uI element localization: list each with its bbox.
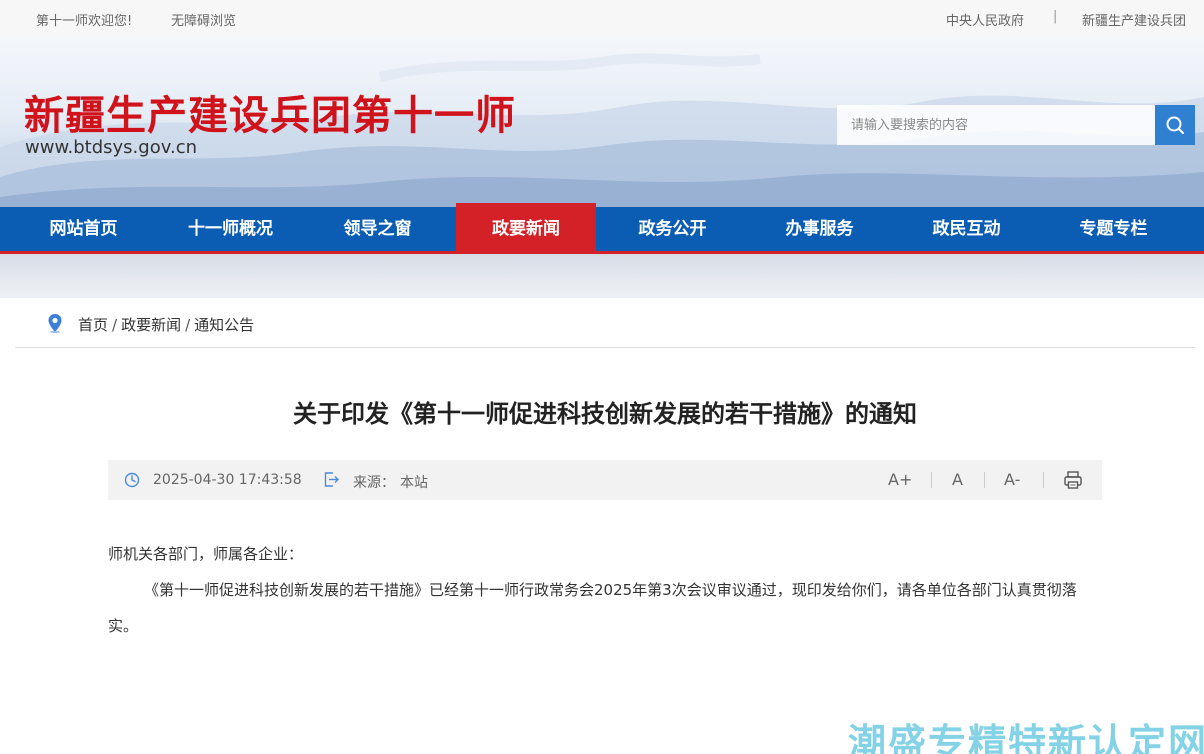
breadcrumb-home[interactable]: 首页 (78, 316, 108, 334)
nav-item-interaction[interactable]: 政民互动 (893, 207, 1040, 251)
breadcrumb-separator: / (185, 316, 191, 334)
main-nav: 网站首页 十一师概况 领导之窗 政要新闻 政务公开 办事服务 政民互动 专题专栏 (0, 203, 1204, 254)
accessibility-link[interactable]: 无障碍浏览 (171, 10, 236, 29)
nav-item-home[interactable]: 网站首页 (10, 207, 157, 251)
corps-link[interactable]: 新疆生产建设兵团 (1082, 10, 1186, 29)
top-bar: 第十一师欢迎您! 无障碍浏览 中央人民政府 | 新疆生产建设兵团 (0, 0, 1204, 37)
source-label: 来源： (353, 475, 395, 491)
article-body: 师机关各部门，师属各企业： 《第十一师促进科技创新发展的若干措施》已经第十一师行… (108, 536, 1104, 644)
breadcrumb-news[interactable]: 政要新闻 (121, 316, 181, 334)
breadcrumb-separator: / (112, 316, 118, 334)
nav-item-leaders[interactable]: 领导之窗 (304, 207, 451, 251)
breadcrumb-notices[interactable]: 通知公告 (194, 316, 254, 334)
header-banner: 新疆生产建设兵团第十一师 www.btdsys.gov.cn (0, 37, 1204, 207)
central-gov-link[interactable]: 中央人民政府 (946, 10, 1024, 29)
nav-item-topics[interactable]: 专题专栏 (1040, 207, 1187, 251)
article-info-bar: 2025-04-30 17:43:58 来源： 本站 A+ A A- (108, 460, 1102, 500)
search-input[interactable] (837, 105, 1155, 145)
font-size-increase-button[interactable]: A+ (888, 470, 912, 489)
search-icon (1166, 116, 1184, 134)
nav-item-gov-affairs[interactable]: 政务公开 (599, 207, 746, 251)
site-title: 新疆生产建设兵团第十一师 (24, 92, 516, 139)
content-area: 首页 / 政要新闻 / 通知公告 关于印发《第十一师促进科技创新发展的若干措施》的通知 … (15, 298, 1195, 754)
divider (931, 472, 932, 488)
divider (1043, 472, 1044, 488)
clock-icon (124, 472, 140, 488)
search-button[interactable] (1155, 105, 1195, 145)
source-icon (324, 472, 339, 487)
welcome-text: 第十一师欢迎您! (36, 14, 133, 29)
nav-item-news[interactable]: 政要新闻 (456, 203, 596, 251)
breadcrumb: 首页 / 政要新闻 / 通知公告 (15, 298, 1195, 348)
print-icon[interactable] (1063, 470, 1083, 490)
divider (984, 472, 985, 488)
breadcrumb-trail: 首页 / 政要新闻 / 通知公告 (78, 314, 254, 335)
source-value: 本站 (400, 475, 428, 491)
topbar-separator: | (1053, 9, 1058, 24)
search-box (837, 105, 1195, 145)
watermark-text: 潮盛专精特新认定网 (848, 721, 1204, 754)
font-size-decrease-button[interactable]: A- (1004, 470, 1020, 489)
nav-item-overview[interactable]: 十一师概况 (157, 207, 304, 251)
font-size-normal-button[interactable]: A (952, 470, 963, 489)
location-pin-icon (48, 314, 62, 333)
article-title: 关于印发《第十一师促进科技创新发展的若干措施》的通知 (293, 400, 917, 428)
nav-shadow-band (0, 254, 1204, 298)
publish-datetime: 2025-04-30 17:43:58 (153, 472, 302, 488)
article-salutation: 师机关各部门，师属各企业： (108, 545, 304, 563)
article-paragraph: 《第十一师促进科技创新发展的若干措施》已经第十一师行政常务会2025年第3次会议… (108, 581, 1077, 635)
site-url: www.btdsys.gov.cn (25, 137, 197, 158)
nav-item-services[interactable]: 办事服务 (746, 207, 893, 251)
